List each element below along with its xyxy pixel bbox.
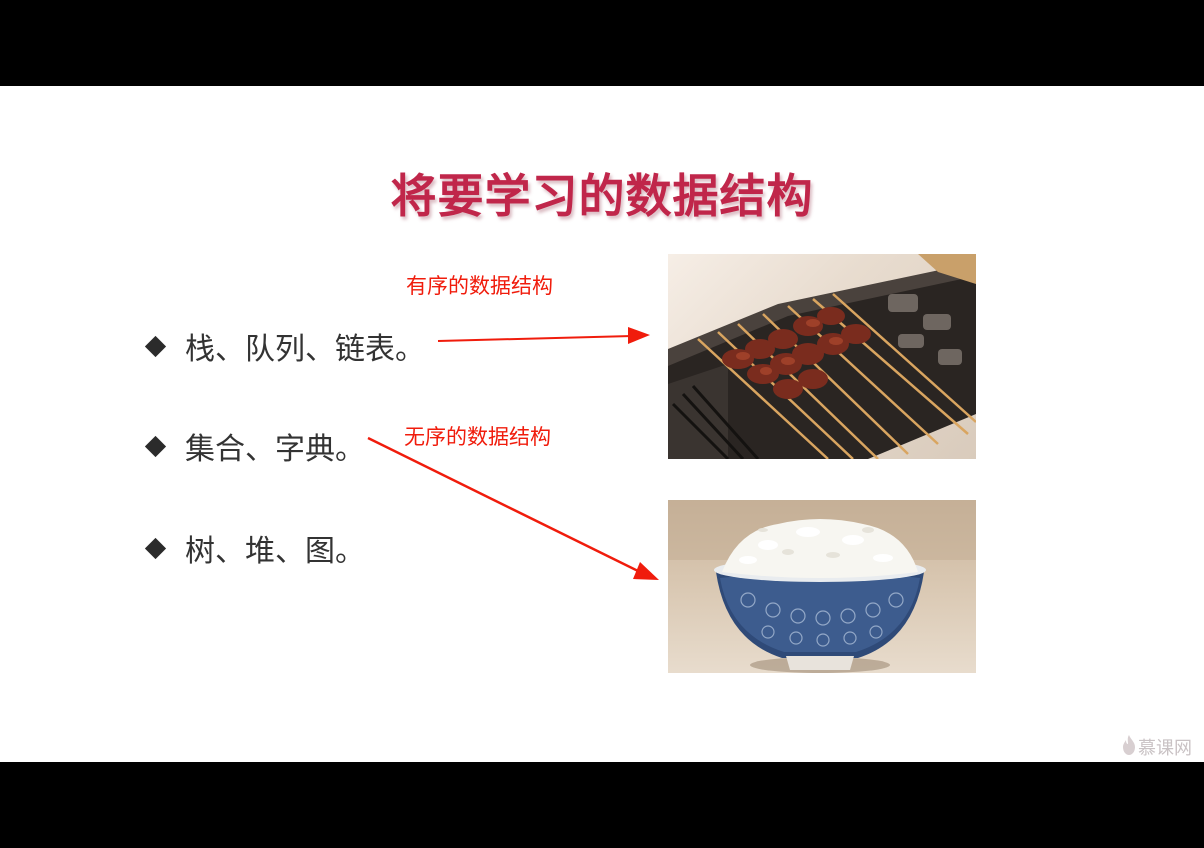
bullet-text: 栈、队列、链表。 (185, 332, 425, 367)
rice-bowl-image (668, 500, 976, 673)
video-letterbox-top (0, 0, 1204, 86)
imooc-watermark: 慕课网 (1122, 734, 1192, 760)
arrow-to-skewers (437, 327, 650, 344)
presentation-slide: 将要学习的数据结构 栈、队列、链表。 集合、字典。 树、堆、图。 有序的数据结构… (0, 86, 1204, 762)
grilled-skewers-image (668, 254, 976, 459)
bullet-text: 树、堆、图。 (185, 534, 365, 569)
bullet-item-linear: 栈、队列、链表。 (144, 324, 425, 368)
annotation-ordered: 有序的数据结构 (406, 274, 553, 298)
diamond-bullet-icon (144, 335, 167, 357)
watermark-text: 慕课网 (1138, 738, 1192, 759)
slide-title: 将要学习的数据结构 (390, 169, 814, 223)
arrow-to-rice (367, 436, 659, 580)
bullet-item-set-dict: 集合、字典。 (144, 424, 365, 468)
bullet-text: 集合、字典。 (185, 432, 365, 467)
flame-logo-icon (1122, 734, 1136, 760)
annotation-unordered: 无序的数据结构 (404, 425, 551, 449)
diamond-bullet-icon (144, 435, 167, 457)
video-letterbox-bottom (0, 762, 1204, 848)
diamond-bullet-icon (144, 537, 167, 559)
bullet-item-tree-heap-graph: 树、堆、图。 (144, 526, 365, 570)
